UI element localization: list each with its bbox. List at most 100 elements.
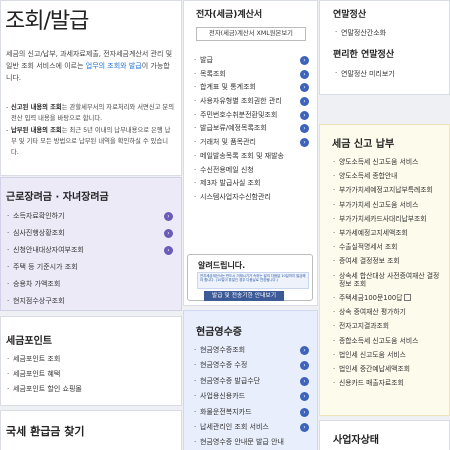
list-item-label: 현금영수증 발급수단 — [200, 376, 261, 385]
list-item[interactable]: 발급보류/예정목록조회 › — [192, 122, 309, 136]
list-item[interactable]: 주택세금100문100답 — [332, 291, 445, 305]
tax-points-panel: 세금포인트 세금포인트 조회 세금포인트 혜택 세금포인트 할인 쇼핑몰 — [0, 316, 182, 406]
list-item[interactable]: 화물운전복지카드 › — [192, 405, 309, 420]
note-paid: 납부된 내용의 조회는 최근 5년 이내의 납부내용으로 은행 납부 및 기타 … — [6, 125, 175, 158]
list-item[interactable]: 상속 증여재산 평가하기 — [332, 305, 445, 319]
easy-year-end-title: 편리한 연말정산 — [333, 50, 395, 60]
note-paid-bold: 납부된 내용의 조회 — [11, 127, 62, 134]
arrow-right-icon: › — [300, 83, 309, 93]
list-item[interactable]: 사용자유형별 조회권한 관리 › — [192, 95, 309, 109]
list-item[interactable]: 수신전용메일 신청 — [192, 164, 309, 178]
arrow-right-icon: › — [300, 69, 309, 79]
list-item-label: 주택 등 기준시가 조회 — [13, 263, 78, 271]
list-item[interactable]: 현금영수증 발급수단 › — [192, 374, 309, 389]
list-item-label: 거래처 및 품목관리 — [200, 138, 256, 147]
list-item[interactable]: 부가가치세 신고도움 서비스 — [332, 198, 445, 212]
arrow-right-icon: › — [300, 407, 309, 417]
list-item-label: 목록조회 — [200, 69, 226, 78]
arrow-right-icon: › — [300, 376, 309, 386]
arrow-right-icon: › — [300, 422, 309, 432]
list-item[interactable]: 상속세 합산대상 사전증여재산 결정정보 조회 — [332, 269, 445, 291]
cash-receipt-title: 현금영수증 — [196, 327, 242, 338]
list-item[interactable]: 발급 › — [192, 54, 309, 68]
list-item[interactable]: 주민번호수취분전환및조회 › — [192, 109, 309, 123]
list-item[interactable]: 세금포인트 할인 쇼핑몰 — [4, 382, 82, 397]
year-end-preview-link[interactable]: 연말정산 미리보기 — [335, 69, 395, 79]
list-item[interactable]: 신용카드 매출자료조회 — [332, 376, 445, 390]
list-item[interactable]: 종합소득세 신고도움 서비스 — [332, 334, 445, 348]
labor-incentive-title: 근로장려금 · 자녀장려금 — [6, 192, 109, 203]
notice-title: 알려드립니다. — [198, 261, 246, 270]
list-item-label: 사업용신용카드 — [200, 392, 246, 401]
list-item[interactable]: 현지점수상구조회 — [4, 293, 173, 310]
business-status-title[interactable]: 사업자상태 — [333, 431, 379, 446]
e-invoice-title: 전자(세금)계산서 — [196, 10, 263, 20]
list-item[interactable]: 부가가치세예정고지납부특례조회 — [332, 183, 445, 197]
list-item-label: 승용차 가액조회 — [13, 280, 61, 288]
list-item[interactable]: 신청안내대상자여부조회 › — [4, 242, 173, 259]
refund-panel[interactable]: 국세 환급금 찾기 — [0, 410, 182, 450]
list-item[interactable]: 양도소득세 신고도움 서비스 — [332, 155, 445, 169]
list-item[interactable]: 현금영수증 안내문 발급 안내 — [192, 435, 309, 450]
arrow-right-icon: › — [300, 361, 309, 371]
year-end-panel: 연말정산 연말정산간소화 편리한 연말정산 연말정산 미리보기 — [319, 0, 450, 95]
list-item-label: 납세관리인 조회 서비스 — [200, 422, 269, 431]
xml-view-button[interactable]: 전자(세금)계산서 XML원본보기 — [196, 27, 306, 41]
refund-title[interactable]: 국세 환급금 찾기 — [6, 423, 85, 439]
list-item[interactable]: 법인세 중간예납세액조회 — [332, 362, 445, 376]
arrow-right-icon: › — [164, 229, 173, 238]
year-end-title: 연말정산 — [333, 10, 367, 20]
list-item[interactable]: 세금포인트 조회 — [4, 352, 82, 367]
list-item[interactable]: 납세관리인 조회 서비스 › — [192, 420, 309, 435]
list-item[interactable]: 현금영수증조회 › — [192, 343, 309, 358]
deadline-guide-button[interactable]: 발급 및 전송기한 안내보기 — [204, 291, 284, 301]
list-item[interactable]: 제3자 발급사실 조회 — [192, 177, 309, 191]
list-item[interactable]: 거래처 및 품목관리 › — [192, 136, 309, 150]
list-item-label: 화물운전복지카드 — [200, 407, 252, 416]
list-item[interactable]: 메일발송목록 조회 및 재발송 — [192, 150, 309, 164]
list-item-label: 합계표 및 통계조회 — [200, 83, 256, 92]
arrow-right-icon: › — [300, 56, 309, 65]
list-item[interactable]: 목록조회 › — [192, 68, 309, 82]
list-item-label: 현금영수증 안내문 발급 안내 — [200, 438, 284, 447]
arrow-right-icon: › — [300, 124, 309, 134]
list-item[interactable]: 부가세예정고지세액조회 — [332, 226, 445, 240]
external-link-icon — [404, 294, 412, 302]
cash-receipt-list: 현금영수증조회› 현금영수증 수정› 현금영수증 발급수단› 사업용신용카드› … — [192, 343, 309, 450]
list-item-label: 발급보류/예정목록조회 — [200, 124, 267, 133]
intro-notes: 신고된 내용의 조회는 관할세무서의 자료처리와 서면신고 분의 전산 입력 내… — [6, 102, 175, 159]
list-item[interactable]: 전자고지결과조회 — [332, 319, 445, 333]
year-end-simplified-link[interactable]: 연말정산간소화 — [335, 28, 386, 38]
arrow-right-icon: › — [300, 97, 309, 107]
list-item-label: 주민번호수취분전환및조회 — [200, 110, 278, 119]
arrow-right-icon: › — [300, 138, 309, 148]
list-item[interactable]: 부가가치세카드사대리납부조회 — [332, 212, 445, 226]
list-item[interactable]: 시스템사업자수신함관리 — [192, 191, 309, 205]
list-item[interactable]: 소득자료확인하기 › — [4, 208, 173, 225]
list-item-label: 주택세금100문100답 — [339, 294, 403, 303]
e-invoice-list: 발급 › 목록조회 › 합계표 및 통계조회 › 사용자유형별 조회권한 관리 › 주민… — [192, 54, 309, 205]
list-item-label: 심사진행상황조회 — [13, 229, 65, 237]
list-item[interactable]: 합계표 및 통계조회 › — [192, 81, 309, 95]
tax-points-title: 세금포인트 — [6, 336, 52, 347]
note-reported-bold: 신고된 내용의 조회 — [11, 104, 62, 111]
list-item[interactable]: 증여세 결정정보 조회 — [332, 254, 445, 268]
list-item[interactable]: 주택 등 기준시가 조회 — [4, 259, 173, 276]
tax-report-panel: 세금 신고 납부 양도소득세 신고도움 서비스 양도소득세 종합안내 부가가치세… — [319, 124, 450, 416]
list-item[interactable]: 법인세 신고도움 서비스 — [332, 348, 445, 362]
list-item[interactable]: 심사진행상황조회 › — [4, 225, 173, 242]
tax-report-list: 양도소득세 신고도움 서비스 양도소득세 종합안내 부가가치세예정고지납부특례조… — [332, 155, 445, 390]
business-status-panel[interactable]: 사업자상태 — [319, 420, 450, 450]
notice-box: 알려드립니다. 전자세금계산서는 반드시 거래시기가 속하는 달의 다음달 10… — [187, 254, 313, 301]
arrow-right-icon: › — [300, 110, 309, 120]
arrow-right-icon: › — [164, 212, 173, 221]
list-item[interactable]: 수출실적명세서 조회 — [332, 240, 445, 254]
list-item[interactable]: 사업용신용카드 › — [192, 389, 309, 405]
list-item-label: 현금영수증조회 — [200, 346, 246, 354]
list-item[interactable]: 현금영수증 수정 › — [192, 358, 309, 374]
intro-lead: 세금의 신고/납부, 과세자료제출, 전자세금계산서 관리 및 일반 조회 서비… — [6, 48, 175, 84]
list-item[interactable]: 양도소득세 종합안내 — [332, 169, 445, 183]
list-item[interactable]: 승용차 가액조회 — [4, 276, 173, 293]
list-item[interactable]: 세금포인트 혜택 — [4, 367, 82, 382]
arrow-right-icon: › — [164, 246, 173, 255]
